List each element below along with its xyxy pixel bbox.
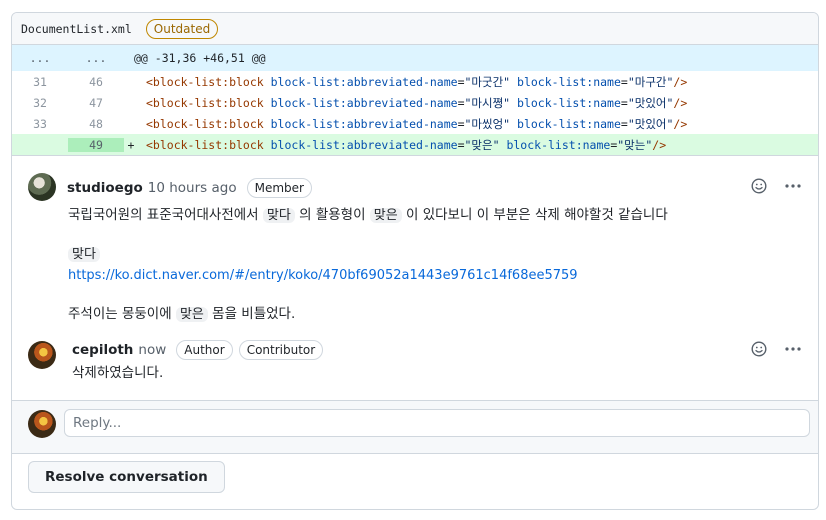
code-string: "마굿간": [464, 74, 511, 89]
comment-actions: [750, 177, 802, 195]
code-tag-end: />: [652, 137, 667, 152]
inline-code: 맞다: [262, 208, 295, 223]
code-attr: block-list:abbreviated-name: [270, 137, 458, 152]
diff-sign: +: [127, 137, 135, 152]
code-attr: block-list:abbreviated-name: [270, 116, 458, 131]
code-tag-end: />: [673, 95, 688, 110]
code-string: "맛있어": [627, 95, 674, 110]
comment-paragraph: https://ko.dict.naver.com/#/entry/koko/4…: [68, 265, 668, 286]
avatar: [28, 410, 56, 438]
comment: studioego 10 hours ago Member 국립국어원의 표준국…: [12, 172, 818, 342]
comment-actions: [750, 340, 802, 358]
role-badge: Author: [176, 340, 233, 360]
outdated-badge: Outdated: [145, 18, 219, 39]
smiley-icon[interactable]: [750, 177, 768, 195]
kebab-horizontal-icon[interactable]: [784, 340, 802, 358]
old-line-number: 33: [33, 116, 47, 131]
hunk-row: ... ... @@ -31,36 +46,51 @@: [12, 45, 818, 71]
avatar[interactable]: [28, 341, 56, 369]
code-string: "마구간": [627, 74, 674, 89]
code-attr: block-list:name: [506, 137, 611, 152]
file-name[interactable]: DocumentList.xml: [21, 22, 132, 36]
diff-code: <block-list:block block-list:abbreviated…: [146, 74, 688, 89]
reply-input[interactable]: Reply...: [64, 409, 810, 437]
new-line-number: 48: [89, 116, 103, 131]
comment-header: studioego 10 hours ago Member: [67, 178, 312, 198]
inline-code: 맞은: [175, 307, 208, 322]
new-line-number: 46: [89, 74, 103, 89]
code-string: "맞은": [464, 137, 500, 152]
diff-line: 32 47 <block-list:block block-list:abbre…: [12, 92, 818, 113]
role-badge: Member: [246, 178, 312, 198]
file-header: DocumentList.xml Outdated: [12, 13, 818, 45]
text: 국립국어원의 표준국어대사전에서: [68, 207, 263, 223]
comment-paragraph: 맞다: [68, 244, 668, 265]
comment-timestamp[interactable]: 10 hours ago: [148, 180, 237, 196]
diff-code: <block-list:block block-list:abbreviated…: [146, 116, 688, 131]
avatar[interactable]: [28, 173, 56, 201]
code-string: "맛있어": [627, 116, 674, 131]
comment-author[interactable]: studioego: [67, 180, 143, 196]
comment-author[interactable]: cepiloth: [72, 342, 133, 358]
role-badge: Contributor: [238, 340, 324, 360]
code-tag: <block-list:block: [146, 95, 271, 110]
code-attr: block-list:abbreviated-name: [270, 74, 458, 89]
diff-code: <block-list:block block-list:abbreviated…: [146, 137, 667, 152]
hunk-expand-new[interactable]: ...: [68, 51, 124, 65]
review-thread: DocumentList.xml Outdated ... ... @@ -31…: [11, 12, 819, 510]
comment-paragraph: 주석이는 몽둥이에 맞은 몸을 비틀었다.: [68, 304, 668, 325]
dictionary-link[interactable]: https://ko.dict.naver.com/#/entry/koko/4…: [68, 268, 578, 283]
code-tag: <block-list:block: [146, 137, 271, 152]
hunk-header: @@ -31,36 +46,51 @@: [134, 51, 266, 65]
hunk-expand-old[interactable]: ...: [12, 51, 68, 65]
code-attr: block-list:name: [517, 74, 621, 89]
comment-timestamp[interactable]: now: [138, 342, 166, 358]
code-string: "마씼엉": [464, 116, 511, 131]
new-line-number: 49: [68, 137, 124, 152]
inline-code: 맞다: [68, 247, 100, 262]
comment-body: 국립국어원의 표준국어대사전에서 맞다 의 활용형이 맞은 이 있다보니 이 부…: [68, 205, 668, 325]
code-tag-end: />: [673, 74, 688, 89]
old-line-number: 31: [33, 74, 47, 89]
code-string: "맞는": [617, 137, 653, 152]
diff-line: 33 48 <block-list:block block-list:abbre…: [12, 113, 818, 134]
diff-code: <block-list:block block-list:abbreviated…: [146, 95, 688, 110]
kebab-horizontal-icon[interactable]: [784, 177, 802, 195]
diff-table: ... ... @@ -31,36 +46,51 @@ 31 46 <block…: [12, 45, 818, 155]
code-tag: <block-list:block: [146, 74, 271, 89]
code-attr: block-list:abbreviated-name: [270, 95, 458, 110]
resolve-conversation-button[interactable]: Resolve conversation: [28, 461, 225, 493]
comment-body: 삭제하였습니다.: [72, 365, 164, 381]
text: 의 활용형이: [294, 207, 370, 223]
code-string: "마시쪙": [464, 95, 511, 110]
comment: cepiloth now Author Contributor 삭제하였습니다.: [12, 340, 818, 390]
text: 주석이는 몽둥이에: [68, 306, 176, 322]
diff-line-added: 49 + <block-list:block block-list:abbrev…: [12, 134, 818, 155]
reply-bar: Reply...: [12, 400, 818, 454]
code-tag-end: />: [673, 116, 688, 131]
code-attr: block-list:name: [517, 95, 621, 110]
comment-list: studioego 10 hours ago Member 국립국어원의 표준국…: [12, 155, 818, 381]
code-attr: block-list:name: [517, 116, 621, 131]
comment-header: cepiloth now Author Contributor: [72, 340, 324, 360]
new-line-number: 47: [89, 95, 103, 110]
code-tag: <block-list:block: [146, 116, 271, 131]
smiley-icon[interactable]: [750, 340, 768, 358]
text: 이 있다보니 이 부분은 삭제 해야할것 같습니다: [401, 207, 668, 223]
text: 몸을 비틀었다.: [207, 306, 296, 322]
inline-code: 맞은: [369, 208, 402, 223]
comment-paragraph: 국립국어원의 표준국어대사전에서 맞다 의 활용형이 맞은 이 있다보니 이 부…: [68, 205, 668, 226]
old-line-number: 32: [33, 95, 47, 110]
diff-line: 31 46 <block-list:block block-list:abbre…: [12, 71, 818, 92]
